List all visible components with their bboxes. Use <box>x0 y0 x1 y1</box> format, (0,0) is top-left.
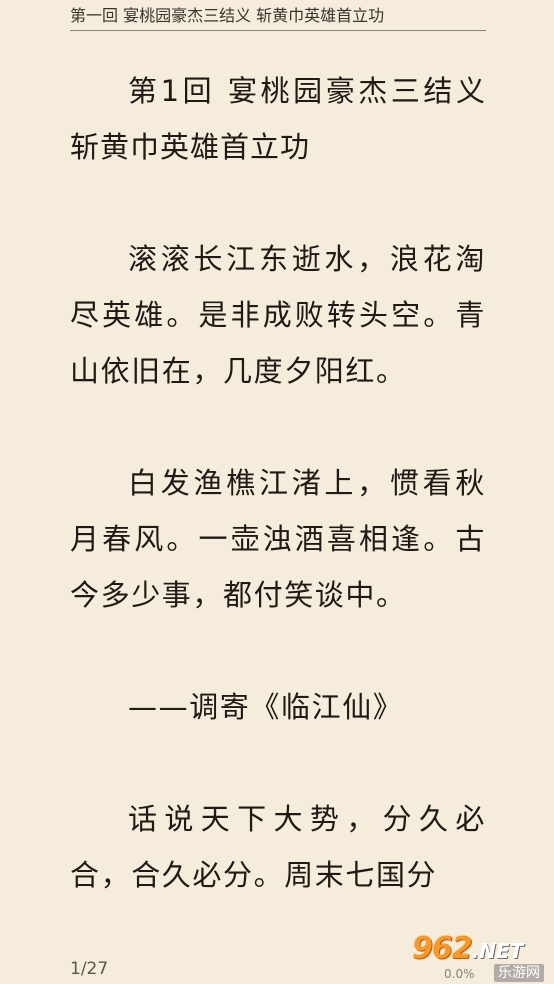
reading-progress-percent: 0.0% <box>444 967 475 981</box>
paragraph-3: 话说天下大势，分久必合，合久必分。周末七国分 <box>70 802 486 892</box>
site-watermark-logo: 0.0% 962.NET 乐游网 <box>412 932 548 982</box>
watermark-logo-text: 962.NET <box>412 932 523 968</box>
paragraph-1: 滚滚长江东逝水，浪花淘尽英雄。是非成败转头空。青山依旧在，几度夕阳红。 <box>70 242 486 388</box>
chapter-content: 第1回 宴桃园豪杰三结义 斩黄巾英雄首立功 滚滚长江东逝水，浪花淘尽英雄。是非成… <box>70 63 486 903</box>
watermark-logo-suffix: .NET <box>471 939 524 963</box>
watermark-subtitle: 乐游网 <box>494 964 544 982</box>
reader-page[interactable]: 第一回 宴桃园豪杰三结义 斩黄巾英雄首立功 第1回 宴桃园豪杰三结义 斩黄巾英雄… <box>0 0 554 984</box>
chapter-running-header: 第一回 宴桃园豪杰三结义 斩黄巾英雄首立功 <box>70 4 486 31</box>
poem-attribution: ——调寄《临江仙》 <box>128 690 404 724</box>
page-indicator: 1/27 <box>70 959 109 979</box>
watermark-logo-number: 962 <box>412 931 473 966</box>
paragraph-2: 白发渔樵江渚上，惯看秋月春风。一壶浊酒喜相逢。古今多少事，都付笑谈中。 <box>70 466 486 612</box>
chapter-title: 第1回 宴桃园豪杰三结义 斩黄巾英雄首立功 <box>70 74 486 164</box>
